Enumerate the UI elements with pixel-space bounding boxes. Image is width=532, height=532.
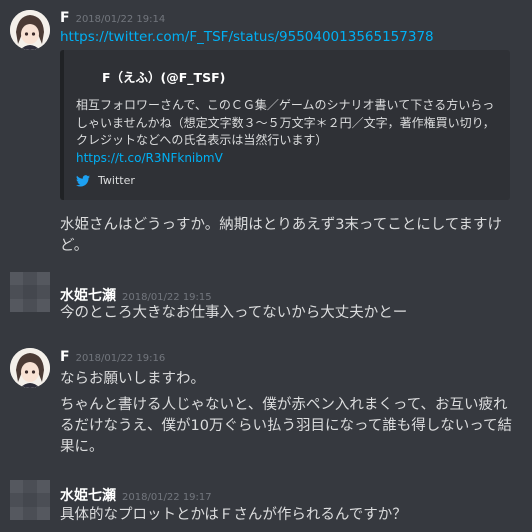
embed-text: 相互フォロワーさんで、このＣＧ集／ゲームのシナリオ書いて下さる方いらっしゃいませ… <box>76 98 495 147</box>
author-label[interactable]: 水姫七瀬 <box>60 488 116 504</box>
message-link[interactable]: https://twitter.com/F_TSF/status/9550400… <box>60 29 434 45</box>
avatar[interactable] <box>10 272 50 312</box>
avatar[interactable] <box>10 480 50 520</box>
twitter-icon <box>76 175 90 187</box>
timestamp: 2018/01/22 19:16 <box>75 353 166 364</box>
author-name[interactable]: 水姫七瀬 2018/01/22 19:17 <box>60 485 212 505</box>
avatar[interactable] <box>10 348 50 388</box>
author-label[interactable]: F <box>60 10 70 26</box>
message-text: 具体的なプロットとかはＦさんが作られるんですか？ <box>60 507 407 523</box>
author-name[interactable]: 水姫七瀬 2018/01/22 19:15 <box>60 285 212 305</box>
timestamp: 2018/01/22 19:15 <box>122 292 212 303</box>
author-label[interactable]: F <box>60 349 70 365</box>
message-text: 水姫さんはどうっすか。納期はとりあえず3末ってことにしてますけど。 <box>60 217 503 254</box>
message-text: 今のところ大きなお仕事入ってないから大丈夫かとー <box>60 305 408 321</box>
avatar[interactable] <box>10 10 50 50</box>
embed-description: 相互フォロワーさんで、このＣＧ集／ゲームのシナリオ書いて下さる方いらっしゃいませ… <box>76 97 496 167</box>
embed-footer: Twitter <box>76 174 135 187</box>
author-name[interactable]: F 2018/01/22 19:14 <box>60 10 165 26</box>
embed-footer-label: Twitter <box>98 174 135 187</box>
message-text-1: ならお願いしますわ。 <box>60 371 205 387</box>
message-text-2: ちゃんと書ける人じゃないと、僕が赤ペン入れまくって、お互い疲れるだけなうえ、僕が… <box>60 397 512 455</box>
author-name[interactable]: F 2018/01/22 19:16 <box>60 349 165 365</box>
embed-link[interactable]: https://t.co/R3NFknibmV <box>76 150 496 168</box>
timestamp: 2018/01/22 19:14 <box>75 14 166 25</box>
timestamp: 2018/01/22 19:17 <box>122 492 212 503</box>
author-label[interactable]: 水姫七瀬 <box>60 288 116 304</box>
embed-author[interactable]: F（えふ）(@F_TSF) <box>102 67 225 86</box>
twitter-embed: F（えふ）(@F_TSF) 相互フォロワーさんで、このＣＧ集／ゲームのシナリオ書… <box>60 50 510 200</box>
